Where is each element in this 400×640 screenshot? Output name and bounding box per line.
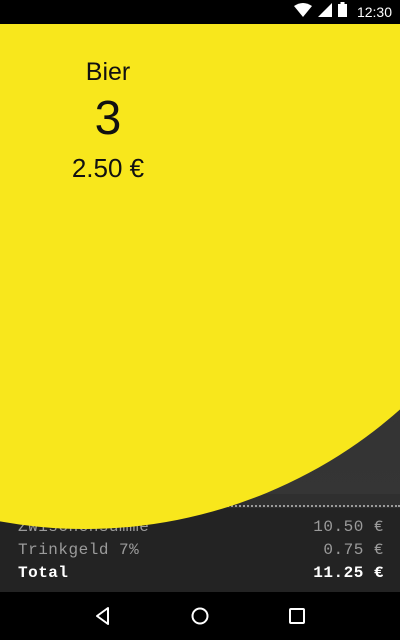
total-value: 11.25 € [313, 564, 384, 582]
back-icon [96, 607, 110, 625]
item-name: Bier [85, 58, 131, 86]
status-icons: 12:30 [293, 0, 392, 24]
recents-icon [288, 608, 305, 624]
back-button[interactable] [79, 592, 127, 640]
status-bar: 12:30 [0, 0, 400, 24]
signal-icon [317, 2, 332, 22]
home-button[interactable] [176, 592, 224, 640]
battery-icon [337, 2, 347, 22]
tip-value: 0.75 € [323, 541, 384, 559]
home-icon [191, 607, 209, 625]
subtotal-value: 10.50 € [313, 518, 384, 536]
status-time: 12:30 [356, 4, 392, 20]
item-count: 3 [94, 92, 122, 145]
tip-label: Trinkgeld 7% [18, 541, 140, 559]
total-label: Total [18, 564, 69, 582]
total-row: Total 11.25 € [18, 562, 384, 584]
item-card[interactable]: Bier 3 2.50 € [40, 54, 176, 188]
recents-button[interactable] [273, 592, 321, 640]
app-content: Zwischensumme 10.50 € Trinkgeld 7% 0.75 … [0, 24, 400, 592]
item-price: 2.50 € [71, 153, 145, 183]
navigation-bar [0, 592, 400, 640]
wifi-icon [293, 2, 312, 22]
tip-row: Trinkgeld 7% 0.75 € [18, 539, 384, 561]
